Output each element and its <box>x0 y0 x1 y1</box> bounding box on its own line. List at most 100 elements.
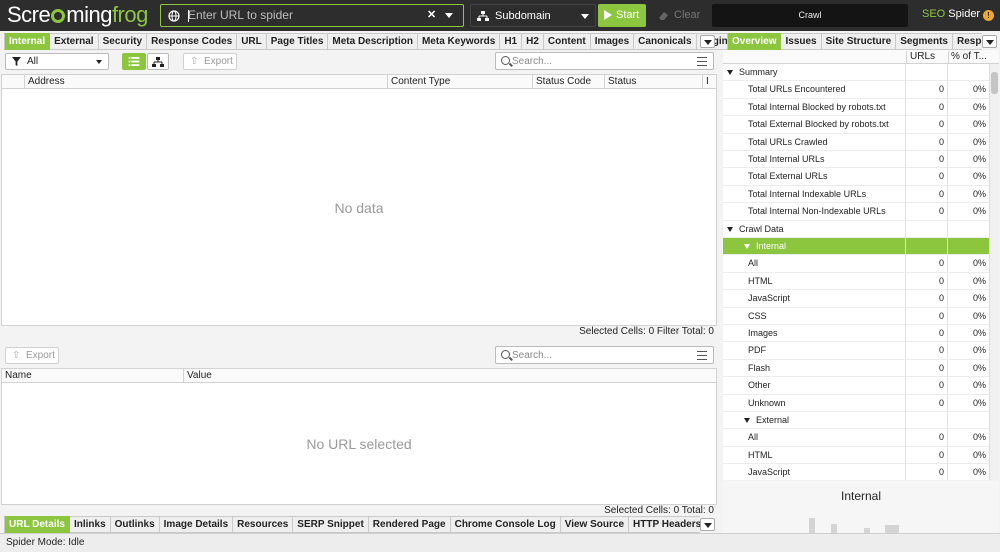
filter-icon <box>12 57 21 66</box>
tree-row-total-internal-non-indexable-urls[interactable]: Total Internal Non-Indexable URLs 0 0% <box>723 203 989 221</box>
tree-row-total-external-blocked-by-robots-txt[interactable]: Total External Blocked by robots.txt 0 0% <box>723 116 989 134</box>
expand-arrow-icon[interactable] <box>727 70 733 75</box>
tab-view-source[interactable]: View Source <box>560 516 630 533</box>
export-button[interactable]: ⇧ Export <box>183 53 237 70</box>
url-input[interactable]: Enter URL to spider ✕ <box>160 4 464 27</box>
crawl-mode-select[interactable]: Subdomain <box>470 4 596 27</box>
tab-canonicals[interactable]: Canonicals <box>634 33 697 50</box>
tree-row-images[interactable]: Images 0 0% <box>723 325 989 343</box>
col-address[interactable]: Address <box>24 75 387 89</box>
tab-images[interactable]: Images <box>590 33 635 50</box>
col-urls[interactable]: URLs <box>906 51 948 64</box>
tree-row-urls: 0 <box>906 429 948 447</box>
clear-button[interactable]: Clear <box>652 4 706 27</box>
tree-row-css[interactable]: CSS 0 0% <box>723 307 989 325</box>
tree-row-label: Total Internal Blocked by robots.txt <box>748 101 886 112</box>
tab-response-codes[interactable]: Response Codes <box>147 33 238 50</box>
search-options-icon[interactable] <box>697 57 707 66</box>
tab-segments[interactable]: Segments <box>896 33 953 50</box>
more-tabs-dropdown[interactable] <box>700 35 715 48</box>
tab-resources[interactable]: Resources <box>233 516 294 533</box>
tree-row-other[interactable]: Other 0 0% <box>723 377 989 395</box>
tree-row-total-internal-indexable-urls[interactable]: Total Internal Indexable URLs 0 0% <box>723 185 989 204</box>
info-icon[interactable]: ! <box>983 10 994 21</box>
tab-meta-description[interactable]: Meta Description <box>328 33 418 50</box>
tab-serp-snippet[interactable]: SERP Snippet <box>293 516 369 533</box>
tab-rendered-page[interactable]: Rendered Page <box>368 516 451 533</box>
tree-row-unknown[interactable]: Unknown 0 0% <box>723 394 989 412</box>
list-view-button[interactable] <box>122 53 146 70</box>
tree-row-label-cell: JavaScript <box>723 290 906 308</box>
overview-scrollbar[interactable] <box>989 64 999 480</box>
tree-row-label-cell: Total External Blocked by robots.txt <box>723 116 906 134</box>
col-content-type[interactable]: Content Type <box>387 75 532 89</box>
tab-image-details[interactable]: Image Details <box>159 516 234 533</box>
expand-arrow-icon[interactable] <box>744 244 750 249</box>
main-table-header: Address Content Type Status Code Status … <box>2 75 716 89</box>
tab-url-details[interactable]: URL Details <box>4 516 70 533</box>
more-detail-tabs-dropdown[interactable] <box>700 518 715 531</box>
col-value[interactable]: Value <box>183 369 716 383</box>
tab-url[interactable]: URL <box>237 33 267 50</box>
tab-http-headers[interactable]: HTTP Headers <box>629 516 700 533</box>
tree-group-summary[interactable]: Summary <box>723 64 989 82</box>
tab-chrome-console-log[interactable]: Chrome Console Log <box>450 516 561 533</box>
tab-security[interactable]: Security <box>98 33 148 50</box>
tree-group-external[interactable]: External <box>723 412 989 430</box>
tree-row-label: Total Internal URLs <box>748 154 825 164</box>
scrollbar-thumb[interactable] <box>991 72 998 94</box>
tree-row-label: Total URLs Crawled <box>748 136 828 147</box>
tree-row-javascript[interactable]: JavaScript 0 0% <box>723 290 989 308</box>
tab-site-structure[interactable]: Site Structure <box>821 33 897 50</box>
tab-internal[interactable]: Internal <box>4 33 51 50</box>
tree-row-html[interactable]: HTML 0 0% <box>723 446 989 465</box>
expand-arrow-icon[interactable] <box>744 418 750 423</box>
col-percent[interactable]: % of T... <box>948 51 989 64</box>
search-input[interactable]: Search... <box>495 52 714 70</box>
tree-view-icon <box>152 57 164 67</box>
more-right-tabs-dropdown[interactable] <box>982 35 997 48</box>
tree-row-html[interactable]: HTML 0 0% <box>723 272 989 291</box>
tab-outlinks[interactable]: Outlinks <box>110 516 160 533</box>
tree-row-total-external-urls[interactable]: Total External URLs 0 0% <box>723 168 989 186</box>
tree-row-pdf[interactable]: PDF 0 0% <box>723 342 989 360</box>
expand-arrow-icon[interactable] <box>727 226 733 232</box>
tree-row-total-internal-blocked-by-robots-txt[interactable]: Total Internal Blocked by robots.txt 0 0% <box>723 98 989 117</box>
search-placeholder: Search... <box>512 56 553 67</box>
tree-row-javascript[interactable]: JavaScript 0 0% <box>723 464 989 480</box>
tab-overview[interactable]: Overview <box>727 33 782 50</box>
tab-response[interactable]: Response <box>953 33 982 50</box>
filter-select[interactable]: All <box>5 53 109 70</box>
tab-issues[interactable]: Issues <box>781 33 822 50</box>
logo-o-mark <box>51 9 66 23</box>
tree-row-total-urls-crawled[interactable]: Total URLs Crawled 0 0% <box>723 133 989 151</box>
tree-group-crawl-data[interactable]: Crawl Data <box>723 220 989 238</box>
chart-bar <box>831 524 837 533</box>
tab-meta-keywords[interactable]: Meta Keywords <box>417 33 501 50</box>
tree-row-label: Crawl Data <box>739 223 784 234</box>
col-status[interactable]: Status <box>604 75 702 89</box>
close-icon[interactable]: ✕ <box>427 8 436 21</box>
tab-inlinks[interactable]: Inlinks <box>69 516 111 533</box>
tab-page-titles[interactable]: Page Titles <box>266 33 329 50</box>
tab-external[interactable]: External <box>50 33 99 50</box>
tree-group-internal[interactable]: Internal <box>723 238 989 256</box>
tree-row-all[interactable]: All 0 0% <box>723 429 989 447</box>
tree-row-percent: 0% <box>972 206 986 217</box>
search-options-icon[interactable] <box>697 351 707 360</box>
col-indexability[interactable]: I <box>702 75 716 89</box>
tree-row-flash[interactable]: Flash 0 0% <box>723 359 989 378</box>
tree-row-total-internal-urls[interactable]: Total Internal URLs 0 0% <box>723 151 989 169</box>
tree-row-all[interactable]: All 0 0% <box>723 255 989 273</box>
detail-search-input[interactable]: Search... <box>495 346 714 364</box>
chevron-down-icon[interactable] <box>445 13 453 18</box>
col-name[interactable]: Name <box>2 369 183 383</box>
tab-h2[interactable]: H2 <box>522 33 544 50</box>
col-status-code[interactable]: Status Code <box>532 75 604 89</box>
start-button[interactable]: Start <box>598 4 646 27</box>
tab-content[interactable]: Content <box>543 33 591 50</box>
tree-row-total-urls-encountered[interactable]: Total URLs Encountered 0 0% <box>723 81 989 99</box>
tree-view-button[interactable] <box>147 53 169 70</box>
tab-h1[interactable]: H1 <box>500 33 523 50</box>
detail-export-button[interactable]: ⇧ Export <box>5 347 59 364</box>
